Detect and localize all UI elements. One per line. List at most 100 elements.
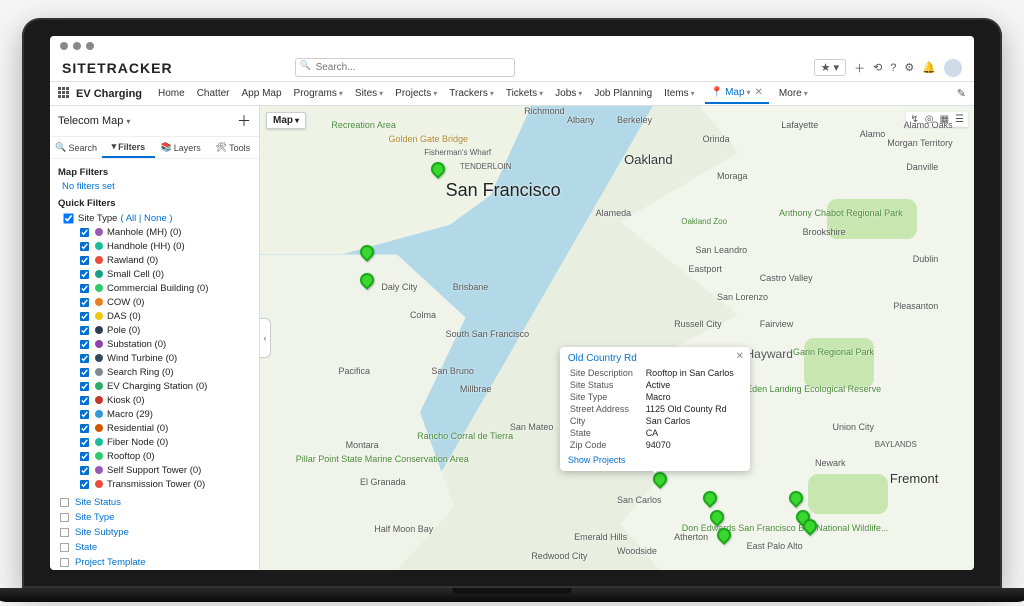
filter-color-icon (95, 396, 103, 404)
nav-item-projects[interactable]: Projects▾ (389, 84, 443, 103)
quick-filter-item[interactable]: Rooftop (0) (78, 449, 251, 463)
quick-filter-item[interactable]: EV Charging Station (0) (78, 379, 251, 393)
map-type-button[interactable]: Map ▾ (266, 112, 306, 129)
filter-category-checkbox[interactable] (60, 513, 69, 522)
global-search[interactable] (295, 58, 515, 77)
quick-filter-item[interactable]: Search Ring (0) (78, 365, 251, 379)
header-bar: SITETRACKER ★ ▾ ＋ ⟲ ? ⚙ 🔔 (50, 54, 974, 82)
quick-filter-item[interactable]: Handhole (HH) (0) (78, 239, 251, 253)
filter-category-checkbox[interactable] (60, 498, 69, 507)
filter-checkbox[interactable] (80, 465, 89, 474)
filter-checkbox[interactable] (80, 227, 89, 236)
filter-category[interactable]: State (58, 540, 251, 555)
sidebar-tab-layers[interactable]: 📚Layers (155, 137, 207, 158)
all-none-toggle[interactable]: ( All | None ) (120, 213, 172, 224)
sidebar-tab-filters[interactable]: ▾Filters (102, 137, 154, 158)
filter-checkbox[interactable] (80, 381, 89, 390)
no-filters-link[interactable]: No filters set (62, 181, 251, 192)
quick-filter-item[interactable]: COW (0) (78, 295, 251, 309)
quick-filter-item[interactable]: Self Support Tower (0) (78, 463, 251, 477)
filter-label: EV Charging Station (0) (107, 381, 207, 392)
quick-filter-item[interactable]: Commercial Building (0) (78, 281, 251, 295)
filter-checkbox[interactable] (80, 423, 89, 432)
quick-filter-item[interactable]: Kiosk (0) (78, 393, 251, 407)
quick-filter-item[interactable]: Wind Turbine (0) (78, 351, 251, 365)
quick-filter-item[interactable]: Manhole (MH) (0) (78, 225, 251, 239)
filter-category[interactable]: Site Type (58, 510, 251, 525)
sidebar-title-dropdown-icon[interactable]: ▾ (126, 117, 130, 126)
quick-filter-item[interactable]: Rawland (0) (78, 253, 251, 267)
nav-item-tickets[interactable]: Tickets▾ (500, 84, 549, 103)
nav-item-app-map[interactable]: App Map (236, 84, 288, 103)
site-type-parent-row[interactable]: Site Type ( All | None ) (62, 212, 251, 225)
filter-checkbox[interactable] (80, 437, 89, 446)
add-map-button[interactable]: ＋ (237, 111, 251, 131)
filter-label: Macro (29) (107, 409, 153, 420)
filter-checkbox[interactable] (80, 395, 89, 404)
filter-category-checkbox[interactable] (60, 528, 69, 537)
map-canvas[interactable]: Map ▾ ↯ ◎ ▦ ☰ ‹ San Francisco Oakland Fr… (260, 106, 974, 570)
info-row: Zip Code94070 (570, 440, 740, 450)
filter-checkbox[interactable] (80, 451, 89, 460)
nav-more[interactable]: More ▾ (773, 84, 814, 103)
filter-checkbox[interactable] (80, 283, 89, 292)
nav-item-programs[interactable]: Programs▾ (288, 84, 349, 103)
close-tab-icon[interactable]: ✕ (755, 87, 763, 98)
filter-checkbox[interactable] (80, 353, 89, 362)
filter-category-checkbox[interactable] (60, 543, 69, 552)
sidebar-tab-search[interactable]: 🔍Search (50, 137, 102, 158)
filter-checkbox[interactable] (80, 269, 89, 278)
filter-checkbox[interactable] (80, 367, 89, 376)
filter-icon: ▾ (112, 141, 117, 152)
filter-category[interactable]: Site Status (58, 495, 251, 510)
nav-item-trackers[interactable]: Trackers▾ (443, 84, 500, 103)
filter-checkbox[interactable] (80, 311, 89, 320)
sidebar-title[interactable]: Telecom Map (58, 115, 123, 127)
settings-gear-icon[interactable]: ⚙ (904, 61, 914, 74)
app-name[interactable]: EV Charging (76, 88, 142, 100)
map-tool-menu-icon[interactable]: ☰ (955, 114, 964, 125)
filter-category[interactable]: Site Subtype (58, 525, 251, 540)
user-avatar[interactable] (944, 59, 962, 77)
sidebar-tab-tools[interactable]: 🛠Tools (207, 137, 259, 158)
add-icon[interactable]: ＋ (854, 60, 865, 76)
quick-filter-item[interactable]: DAS (0) (78, 309, 251, 323)
filter-checkbox[interactable] (80, 297, 89, 306)
filter-checkbox[interactable] (80, 339, 89, 348)
nav-item-home[interactable]: Home (152, 84, 191, 103)
filter-category[interactable]: Project Template (58, 555, 251, 570)
filter-checkbox[interactable] (80, 241, 89, 250)
quick-filter-item[interactable]: Macro (29) (78, 407, 251, 421)
quick-filter-item[interactable]: Residential (0) (78, 421, 251, 435)
search-input[interactable] (295, 58, 515, 77)
help-icon[interactable]: ? (890, 62, 896, 74)
quick-filter-item[interactable]: Small Cell (0) (78, 267, 251, 281)
filter-checkbox[interactable] (80, 325, 89, 334)
show-projects-link[interactable]: Show Projects (568, 455, 742, 465)
filter-checkbox[interactable] (80, 479, 89, 488)
quick-filter-item[interactable]: Pole (0) (78, 323, 251, 337)
nav-item-jobs[interactable]: Jobs▾ (549, 84, 588, 103)
notifications-bell-icon[interactable]: 🔔 (922, 61, 936, 74)
sidebar-collapse-handle[interactable]: ‹ (260, 318, 271, 358)
quick-filter-item[interactable]: Transmission Tower (0) (78, 477, 251, 491)
app-launcher-icon[interactable] (58, 87, 72, 101)
quick-filter-item[interactable]: Substation (0) (78, 337, 251, 351)
site-type-checkbox[interactable] (63, 213, 73, 223)
filter-checkbox[interactable] (80, 255, 89, 264)
filter-checkbox[interactable] (80, 409, 89, 418)
filter-category-checkbox[interactable] (60, 558, 69, 567)
info-title-link[interactable]: Old Country Rd (568, 353, 742, 364)
nav-tab-map-active[interactable]: 📍 Map ▾ ✕ (705, 83, 769, 104)
favorites-button[interactable]: ★ ▾ (814, 59, 846, 76)
info-value: Macro (646, 392, 740, 402)
nav-item-chatter[interactable]: Chatter (191, 84, 236, 103)
quick-filter-item[interactable]: Fiber Node (0) (78, 435, 251, 449)
nav-item-sites[interactable]: Sites▾ (349, 84, 389, 103)
sync-icon[interactable]: ⟲ (873, 61, 882, 74)
nav-item-items[interactable]: Items▾ (658, 84, 700, 103)
nav-item-job-planning[interactable]: Job Planning (588, 84, 658, 103)
info-close-icon[interactable]: ✕ (735, 351, 743, 362)
edit-nav-icon[interactable]: ✎ (957, 87, 966, 100)
chevron-down-icon[interactable]: ▾ (747, 88, 751, 97)
